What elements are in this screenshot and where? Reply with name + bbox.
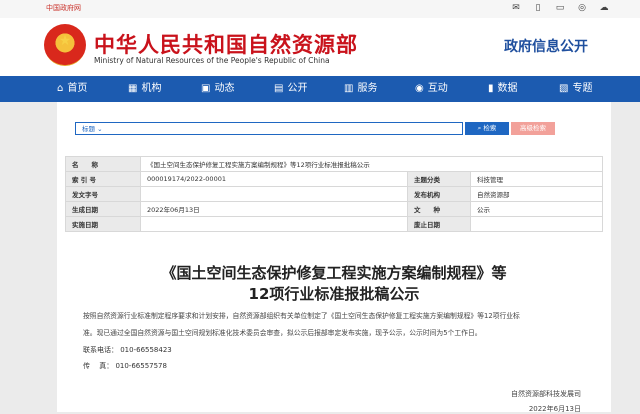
nav-org[interactable]: ▦ 机构 (128, 76, 161, 102)
meta-value-docno (140, 186, 408, 202)
contact-fax: 传 真： 010-66557578 (83, 362, 167, 370)
site-header: ★ 中华人民共和国自然资源部 Ministry of Natural Resou… (0, 18, 640, 76)
metadata-table: 名 称 《国土空间生态保护修复工程实施方案编制规程》等12项行业标准报批稿公示 … (65, 156, 604, 232)
search-input[interactable]: 标题 ⌄ (75, 122, 463, 135)
meta-key-org: 发布机构 (406, 186, 471, 202)
nav-news[interactable]: ▣ 动态 (201, 76, 234, 102)
doc-title-line1: 《国土空间生态保护修复工程实施方案编制规程》等 (161, 264, 507, 282)
section-title: 政府信息公开 (504, 39, 588, 55)
meta-value-category: 科技管理 (469, 171, 604, 187)
meta-key-category: 主题分类 (406, 171, 471, 187)
search-icon: ⌕ (477, 124, 482, 132)
nav-interact[interactable]: ◉ 互动 (415, 76, 448, 102)
content-panel: 标题 ⌄ ⌕ 检索 高级检索 名 称 《国土空间生态保护修复工程实施方案编制规程… (57, 102, 611, 413)
data-icon: ▮ (488, 83, 494, 94)
meta-key-expire: 废止日期 (406, 216, 471, 232)
meta-value-impl (140, 216, 408, 232)
gov-portal-link[interactable]: 中国政府网 (46, 3, 81, 13)
advanced-search-button[interactable]: 高级检索 (511, 122, 555, 135)
nav-data[interactable]: ▮ 数据 (488, 76, 518, 102)
meta-value-name: 《国土空间生态保护修复工程实施方案编制规程》等12项行业标准报批稿公示 (140, 156, 603, 172)
meta-key-date: 生成日期 (65, 201, 141, 217)
nav-public[interactable]: ▤ 公开 (274, 76, 307, 102)
topic-icon: ▧ (559, 83, 569, 94)
national-emblem-icon: ★ (44, 24, 86, 66)
home-icon: ⌂ (57, 83, 64, 94)
org-icon: ▦ (128, 83, 138, 94)
doc-paragraph-1: 按照自然资源行业标准制定程序要求和计划安排，自然资源部组织有关单位制定了《国土空… (83, 312, 520, 320)
site-title-en: Ministry of Natural Resources of the Peo… (94, 56, 330, 65)
meta-key-name: 名 称 (65, 156, 141, 172)
site-title[interactable]: 中华人民共和国自然资源部 (94, 29, 358, 59)
nav-topic[interactable]: ▧ 专题 (559, 76, 592, 102)
nav-service[interactable]: ▥ 服务 (344, 76, 377, 102)
mobile-icon[interactable]: ▯ (532, 3, 544, 14)
meta-value-type: 公示 (469, 201, 604, 217)
device-icon[interactable]: ▭ (554, 3, 566, 14)
meta-key-index: 索 引 号 (65, 171, 141, 187)
main-nav: ⌂ 首页 ▦ 机构 ▣ 动态 ▤ 公开 ▥ 服务 ◉ 互动 ▮ 数据 ▧ 专题 (0, 76, 640, 102)
doc-sign-date: 2022年6月13日 (528, 405, 581, 413)
chevron-down-icon: ⌄ (97, 125, 103, 133)
top-icons: ✉ ▯ ▭ ◎ ☁ (510, 3, 610, 14)
doc-title-line2: 12项行业标准报批稿公示 (248, 285, 420, 303)
interact-icon: ◉ (415, 83, 424, 94)
doc-signer: 自然资源部科技发展司 (511, 390, 581, 398)
mail-icon[interactable]: ✉ (510, 3, 522, 14)
wechat-icon[interactable]: ☁ (598, 3, 610, 14)
meta-value-index: 000019174/2022-00001 (140, 171, 408, 187)
service-icon: ▥ (344, 83, 354, 94)
weibo-icon[interactable]: ◎ (576, 3, 588, 14)
search-button[interactable]: ⌕ 检索 (465, 122, 509, 135)
meta-key-type: 文 种 (406, 201, 471, 217)
doc-paragraph-2: 准。现已通过全国自然资源与国土空间规划标准化技术委员会审查，拟公示后报部审定发布… (83, 329, 482, 337)
meta-value-date: 2022年06月13日 (140, 201, 408, 217)
meta-key-docno: 发文字号 (65, 186, 141, 202)
nav-home[interactable]: ⌂ 首页 (57, 76, 87, 102)
news-icon: ▣ (201, 83, 211, 94)
contact-phone: 联系电话： 010-66558423 (83, 346, 172, 354)
meta-value-org: 自然资源部 (469, 186, 604, 202)
public-icon: ▤ (274, 83, 284, 94)
search-field-select[interactable]: 标题 (82, 125, 95, 133)
meta-key-impl: 实施日期 (65, 216, 141, 232)
top-bar: 中国政府网 ✉ ▯ ▭ ◎ ☁ (0, 0, 640, 18)
meta-value-expire (469, 216, 604, 232)
